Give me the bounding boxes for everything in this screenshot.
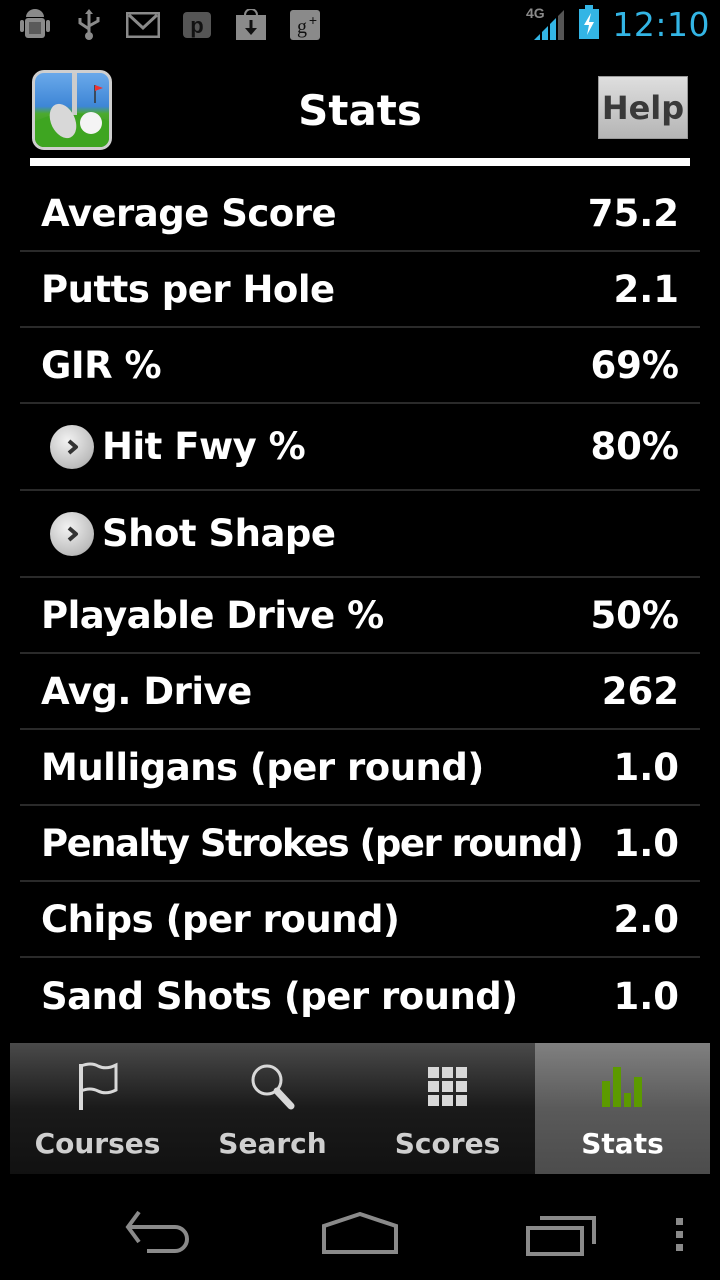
stat-label: Avg. Drive [41,669,252,713]
stat-value: 75.2 [587,191,679,235]
stat-row-playable-drive: Playable Drive % 50% [20,578,700,654]
stat-label: Sand Shots (per round) [41,974,518,1018]
stat-value: 262 [601,669,679,713]
stat-label: Putts per Hole [41,267,335,311]
p-app-icon: p [180,8,214,42]
gmail-icon [126,8,160,42]
google-plus-icon: g + [288,8,322,42]
tab-stats[interactable]: Stats [535,1043,710,1174]
svg-text:4G: 4G [526,5,545,21]
stat-value: 2.0 [613,897,679,941]
stat-row-sand-shots: Sand Shots (per round) 1.0 [20,958,700,1034]
stat-row-hit-fwy[interactable]: Hit Fwy % 80% [20,404,700,491]
stat-row-shot-shape[interactable]: Shot Shape [20,491,700,578]
stat-label: Mulligans (per round) [41,745,484,789]
stat-value: 1.0 [613,821,679,865]
usb-icon [72,8,106,42]
stat-value: 2.1 [613,267,679,311]
stat-label: Chips (per round) [41,897,400,941]
tab-label: Stats [581,1127,664,1160]
svg-text:g: g [297,16,307,38]
tab-search[interactable]: Search [185,1043,360,1174]
stat-row-putts-per-hole: Putts per Hole 2.1 [20,252,700,328]
system-nav-bar [0,1180,720,1280]
stats-list: Average Score 75.2 Putts per Hole 2.1 GI… [20,176,700,1034]
svg-text:+: + [309,12,317,28]
help-button[interactable]: Help [598,76,688,139]
stat-value: 1.0 [613,745,679,789]
stat-label: Penalty Strokes (per round) [41,821,584,865]
tab-label: Search [218,1127,327,1160]
expand-arrow-icon[interactable] [50,511,94,556]
overflow-menu-icon[interactable] [674,1218,686,1257]
stat-row-average-score: Average Score 75.2 [20,176,700,252]
stat-label: Average Score [41,191,337,235]
flag-icon [68,1057,128,1117]
stat-value: 80% [590,425,679,468]
stat-label: Shot Shape [102,512,336,555]
status-bar: p g + 4G 12:10 [0,0,720,50]
signal-4g-icon: 4G [526,4,566,45]
stat-row-gir: GIR % 69% [20,328,700,404]
recent-apps-icon[interactable] [526,1216,598,1261]
stat-row-penalty-strokes: Penalty Strokes (per round) 1.0 [20,806,700,882]
battery-charging-icon [578,4,600,45]
stat-value: 50% [590,593,679,637]
stat-label: GIR % [41,343,162,387]
home-icon[interactable] [322,1211,398,1259]
android-debug-icon [18,8,52,42]
stat-value: 69% [590,343,679,387]
tab-label: Scores [394,1127,501,1160]
svg-text:p: p [190,13,203,38]
stat-label: Hit Fwy % [102,425,306,468]
tab-scores[interactable]: Scores [360,1043,535,1174]
download-icon [234,8,268,42]
bar-chart-icon [593,1057,653,1117]
clock: 12:10 [612,5,710,44]
grid-icon [418,1057,478,1117]
tab-label: Courses [34,1127,161,1160]
bottom-tab-bar: Courses Search Scores Stats [10,1043,710,1174]
expand-arrow-icon[interactable] [50,424,94,469]
search-icon [243,1057,303,1117]
tab-courses[interactable]: Courses [10,1043,185,1174]
stat-label: Playable Drive % [41,593,384,637]
notification-icons: p g + [18,8,322,42]
stat-value: 1.0 [613,974,679,1018]
back-icon[interactable] [125,1210,195,1259]
header: Stats Help [0,60,720,166]
stat-row-chips: Chips (per round) 2.0 [20,882,700,958]
header-divider [30,158,690,166]
stat-row-avg-drive: Avg. Drive 262 [20,654,700,730]
stat-row-mulligans: Mulligans (per round) 1.0 [20,730,700,806]
